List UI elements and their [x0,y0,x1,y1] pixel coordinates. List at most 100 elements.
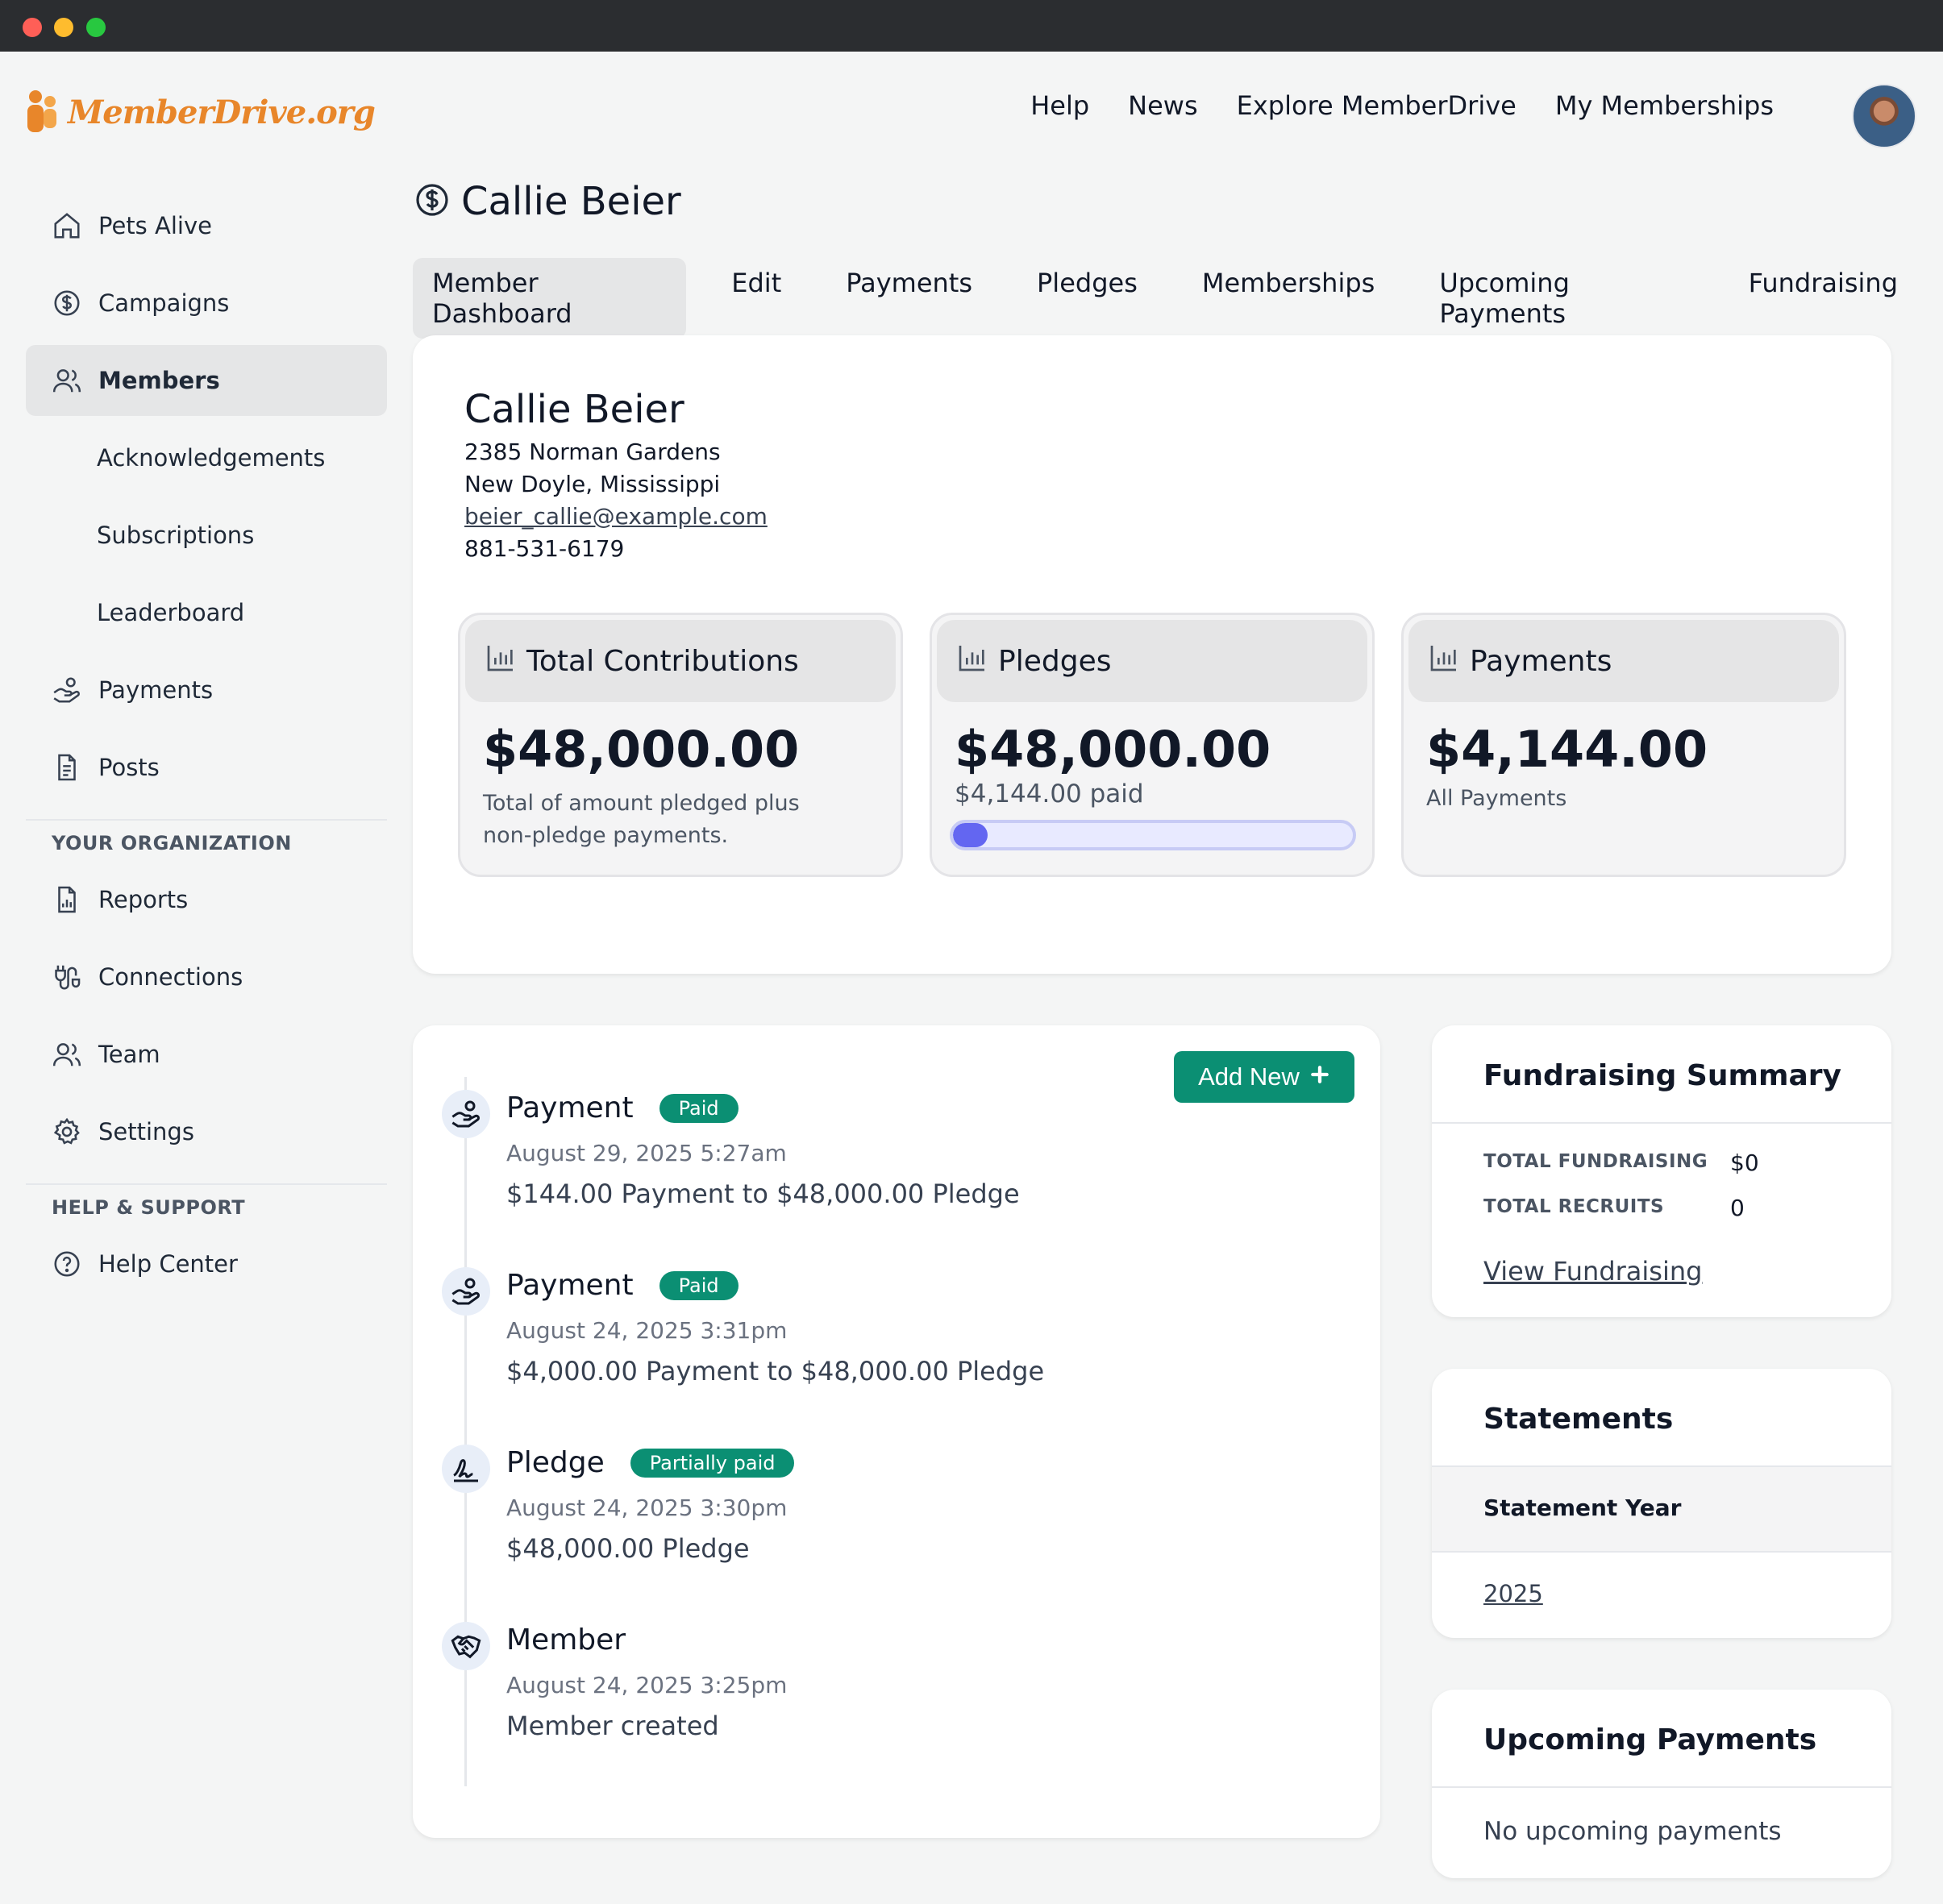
member-email-link[interactable]: beier_callie@example.com [464,503,768,530]
timeline-item-date: August 24, 2025 3:31pm [506,1317,788,1344]
bar-chart-icon [485,642,517,681]
hand-coins-icon [442,1090,490,1138]
stat-description: Total of amount pledged plus non-pledge … [483,791,800,848]
tab-payments[interactable]: Payments [826,258,992,339]
sidebar-item-acknowledgements[interactable]: Acknowledgements [26,422,387,493]
timeline-item-description: $144.00 Payment to $48,000.00 Pledge [506,1179,1020,1209]
stat-value: $4,144.00 [1426,720,1708,779]
stat-description: All Payments [1426,786,1567,811]
sidebar-item-payments[interactable]: Payments [26,655,387,725]
sidebar-item-connections[interactable]: Connections [26,942,387,1012]
stat-label: Pledges [998,644,1112,678]
logo[interactable]: MemberDrive.org [24,89,376,135]
sidebar-divider [26,819,387,821]
dollar-circle-icon [52,288,82,318]
column-header: Statement Year [1483,1495,1682,1521]
gear-icon [52,1116,82,1147]
sidebar-item-label: Leaderboard [97,599,245,626]
nav-news[interactable]: News [1128,90,1197,121]
timeline-item-type: Pledge [506,1446,605,1479]
sidebar-item-subscriptions[interactable]: Subscriptions [26,500,387,571]
timeline-item-date: August 29, 2025 5:27am [506,1140,787,1166]
stat-value: $48,000.00 [955,720,1271,779]
tab-upcoming-payments[interactable]: Upcoming Payments [1420,258,1703,339]
page-title: Callie Beier [413,179,681,224]
sidebar-item-reports[interactable]: Reports [26,864,387,935]
section-heading-organization: YOUR ORGANIZATION [52,832,292,854]
sidebar-item-label: Posts [98,754,160,781]
user-avatar[interactable] [1852,84,1916,148]
timeline-item-description: $48,000.00 Pledge [506,1533,750,1564]
sidebar-item-leaderboard[interactable]: Leaderboard [26,577,387,648]
tab-member-dashboard[interactable]: Member Dashboard [413,258,687,339]
sidebar-item-campaigns[interactable]: Campaigns [26,268,387,339]
tab-edit[interactable]: Edit [712,258,801,339]
sidebar-item-pets-alive[interactable]: Pets Alive [26,190,387,261]
card-divider [1432,1122,1891,1124]
tab-pledges[interactable]: Pledges [1017,258,1157,339]
plug-icon [52,962,82,992]
stat-header: Pledges [937,620,1367,702]
card-title: Upcoming Payments [1483,1723,1817,1756]
fundraising-summary-card: Fundraising Summary TOTAL FUNDRAISING $0… [1432,1025,1891,1317]
users-icon [52,1039,82,1070]
sidebar-item-label: Reports [98,886,189,913]
sidebar-item-settings[interactable]: Settings [26,1096,387,1167]
top-nav: Help News Explore MemberDrive My Members… [1030,90,1774,121]
sidebar-item-label: Connections [98,963,243,991]
view-fundraising-link[interactable]: View Fundraising [1483,1256,1702,1287]
timeline-item-type: Payment [506,1269,634,1302]
document-icon [52,752,82,783]
sidebar-item-posts[interactable]: Posts [26,732,387,803]
empty-state-text: No upcoming payments [1483,1817,1782,1846]
statement-year-link[interactable]: 2025 [1483,1580,1543,1607]
stat-total-contributions: Total Contributions $48,000.00 Total of … [458,613,903,877]
bar-chart-icon [1428,642,1460,681]
upcoming-payments-card: Upcoming Payments No upcoming payments [1432,1690,1891,1878]
stat-label: Payments [1470,644,1612,678]
card-divider [1432,1786,1891,1788]
sidebar-item-label: Acknowledgements [97,444,326,472]
member-name: Callie Beier [464,387,684,432]
member-address-line1: 2385 Norman Gardens [464,439,721,465]
add-new-label: Add New [1198,1062,1300,1091]
report-icon [52,884,82,915]
timeline-item-type: Payment [506,1091,634,1125]
member-info-card: Callie Beier 2385 Norman Gardens New Doy… [413,335,1891,974]
users-icon [52,365,82,396]
nav-help[interactable]: Help [1030,90,1089,121]
handshake-icon [442,1622,490,1670]
sidebar: Pets Alive Campaigns Members Acknowledge… [26,190,387,1306]
timeline-item-type: Member [506,1623,626,1657]
stat-label: Total Contributions [526,644,799,678]
card-title: Fundraising Summary [1483,1059,1842,1092]
add-new-button[interactable]: Add New [1174,1051,1354,1103]
nav-my-memberships[interactable]: My Memberships [1555,90,1774,121]
tab-fundraising[interactable]: Fundraising [1729,258,1917,339]
sidebar-item-label: Team [98,1041,160,1068]
sidebar-item-team[interactable]: Team [26,1019,387,1090]
sidebar-item-help-center[interactable]: Help Center [26,1228,387,1299]
maximize-window-button[interactable] [86,18,106,37]
stat-payments: Payments $4,144.00 All Payments [1401,613,1846,877]
sidebar-item-members[interactable]: Members [26,345,387,416]
stat-header: Total Contributions [465,620,896,702]
tab-memberships[interactable]: Memberships [1183,258,1394,339]
statements-table-header: Statement Year [1432,1467,1891,1551]
pledge-progress-fill [953,823,988,847]
card-title: Statements [1483,1403,1674,1436]
nav-explore[interactable]: Explore MemberDrive [1237,90,1517,121]
total-fundraising-value: $0 [1730,1149,1759,1176]
statements-card: Statements Statement Year 2025 [1432,1369,1891,1638]
sidebar-item-label: Pets Alive [98,212,212,239]
total-fundraising-label: TOTAL FUNDRAISING [1483,1151,1708,1172]
member-tabs: Member Dashboard Edit Payments Pledges M… [413,258,1943,339]
close-window-button[interactable] [23,18,42,37]
logo-text: MemberDrive.org [68,93,376,131]
bar-chart-icon [956,642,988,681]
minimize-window-button[interactable] [54,18,73,37]
activity-timeline-card: Add New Payment Paid August 29, 2025 5:2… [413,1025,1380,1838]
section-heading-help: HELP & SUPPORT [52,1196,246,1219]
member-address-line2: New Doyle, Mississippi [464,471,721,497]
stat-value: $48,000.00 [483,720,800,779]
